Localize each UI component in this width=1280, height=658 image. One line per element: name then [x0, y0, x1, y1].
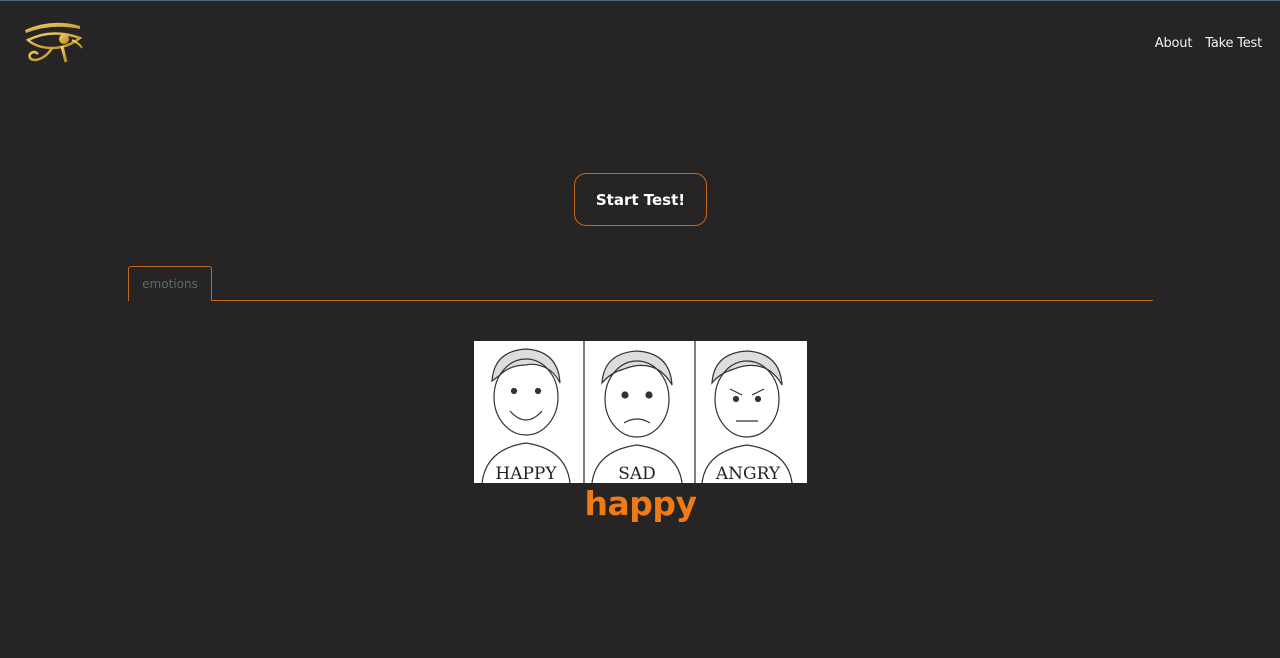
caption-sad: SAD [618, 464, 656, 483]
caption-angry: ANGRY [715, 464, 781, 483]
answer-text: happy [584, 484, 697, 523]
faces-illustration: HAPPY SAD ANGRY [474, 341, 807, 484]
tab-emotions[interactable]: emotions [128, 266, 212, 301]
eye-of-horus-icon[interactable] [22, 18, 84, 68]
caption-happy: HAPPY [495, 464, 557, 483]
nav-take-test-link[interactable]: Take Test [1205, 36, 1262, 51]
nav-about-link[interactable]: About [1155, 36, 1193, 51]
emotion-faces-image: HAPPY SAD ANGRY [474, 341, 807, 484]
start-test-button[interactable]: Start Test! [574, 173, 707, 226]
tabs-underline [128, 300, 1153, 301]
top-nav: About Take Test [1155, 36, 1262, 51]
top-border [0, 0, 1280, 1]
